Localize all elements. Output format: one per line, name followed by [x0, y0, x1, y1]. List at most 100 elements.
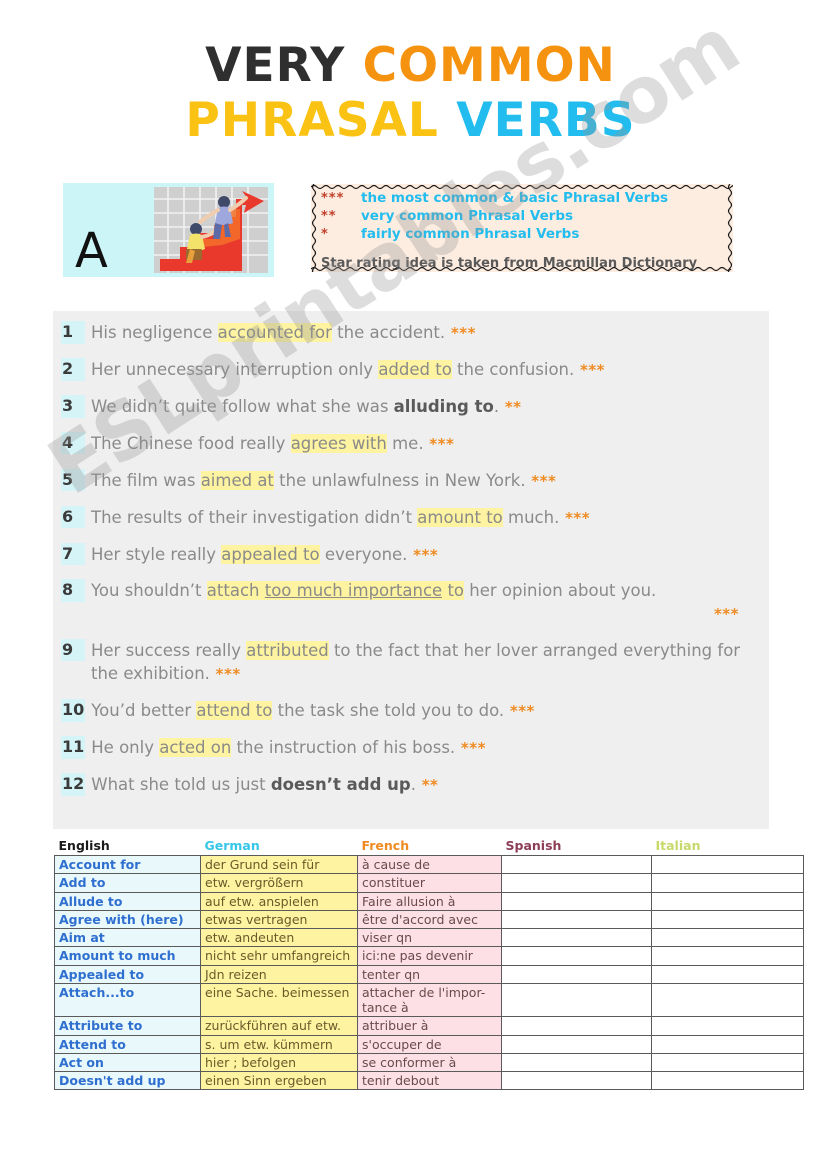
sentence-row: 11 He only acted on the instruction of hi…: [61, 735, 761, 759]
phrasal-verb-highlight: appealed to: [221, 544, 320, 564]
cell-italian[interactable]: [651, 854, 804, 875]
sentence-fragment: What she told us just: [91, 774, 271, 794]
sentence-fragment: the instruction of his boss.: [231, 737, 456, 757]
sentence-text: Her style really appealed to everyone. *…: [91, 543, 761, 566]
sentence-number: 6: [61, 505, 85, 529]
cell-spanish[interactable]: [501, 964, 652, 984]
sentence-text: You’d better attend to the task she told…: [91, 699, 761, 722]
cell-german: hier ; befolgen: [200, 1052, 358, 1073]
cell-italian[interactable]: [651, 891, 804, 911]
sentence-number: 2: [61, 357, 85, 381]
column-header-spanish: Spanish: [501, 838, 652, 856]
sentence-number: 11: [61, 735, 86, 759]
letter-banner: A: [63, 183, 274, 277]
sentence-fragment: the task she told you to do.: [272, 701, 505, 721]
cell-english: Amount to much: [54, 946, 201, 966]
cell-spanish[interactable]: [501, 982, 652, 1018]
cell-italian[interactable]: [651, 1070, 804, 1091]
star-rating: ***: [407, 545, 439, 564]
sentence-fragment: much.: [502, 507, 560, 527]
cell-german: nicht sehr umfangreich: [200, 946, 358, 966]
phrasal-verb-bold: alluding to: [393, 396, 494, 416]
sentence-text: Her unnecessary interruption only added …: [91, 358, 761, 381]
cell-spanish[interactable]: [501, 854, 652, 875]
sentence-number: 10: [61, 699, 86, 722]
star-rating: **: [499, 397, 522, 416]
cell-german: zurückführen auf etw.: [200, 1016, 358, 1036]
cell-german: etw. vergrößern: [200, 873, 358, 893]
column-header-german: German: [200, 838, 358, 856]
sentence-row: 3 We didn’t quite follow what she was all…: [61, 394, 761, 418]
sentence-fragment: His negligence: [91, 323, 218, 342]
cell-english: Appealed to: [54, 964, 201, 984]
cell-spanish[interactable]: [501, 909, 652, 930]
phrasal-verb-highlight: agrees with: [290, 433, 387, 453]
sentence-fragment: He only: [91, 737, 160, 757]
sentence-fragment: Her style really: [91, 544, 222, 564]
cell-french: se conformer à: [357, 1052, 502, 1073]
legend-stars: **: [321, 208, 337, 224]
cell-italian[interactable]: [651, 1016, 804, 1036]
title-line-1: VERY COMMON: [0, 42, 821, 90]
cell-italian[interactable]: [651, 964, 804, 984]
cell-english: Doesn't add up: [54, 1070, 201, 1091]
cell-italian[interactable]: [651, 982, 804, 1018]
cell-french: tenter qn: [357, 964, 502, 984]
cell-german: etwas vertragen: [200, 909, 358, 930]
cell-german: eine Sache. beimessen: [200, 982, 358, 1018]
phrasal-verb-highlight: amount to: [417, 507, 503, 527]
cell-spanish[interactable]: [501, 1052, 652, 1073]
sentence-row: 12 What she told us just doesn’t add up. …: [61, 772, 761, 796]
cell-german: Jdn reizen: [200, 964, 358, 984]
cell-spanish[interactable]: [501, 1034, 652, 1054]
column-header-english: English: [54, 838, 201, 856]
cell-italian[interactable]: [651, 873, 804, 893]
cell-italian[interactable]: [651, 946, 804, 966]
section-letter: A: [75, 223, 108, 277]
sentence-number: 4: [61, 431, 85, 455]
sentence-fragment: We didn’t quite follow what she was: [91, 396, 394, 416]
sentence-fragment: You shouldn’t: [91, 581, 207, 601]
translation-table: English German French Spanish Italian Ac…: [54, 838, 804, 1091]
cell-italian[interactable]: [651, 1052, 804, 1073]
cell-english: Account for: [54, 854, 201, 875]
sentence-number: 5: [61, 468, 85, 492]
table-row: Agree with (here) etwas vertragen être d'a…: [54, 909, 804, 930]
sentence-fragment: the confusion.: [451, 359, 575, 379]
cell-spanish[interactable]: [501, 927, 652, 948]
sentence-text: What she told us just doesn’t add up. **: [91, 773, 761, 796]
star-rating: **: [415, 775, 439, 794]
cell-french: s'occuper de: [357, 1034, 502, 1054]
cell-spanish[interactable]: [501, 1016, 652, 1036]
legend-row: *** the most common & basic Phrasal Verb…: [321, 190, 729, 208]
legend-stars: ***: [321, 191, 345, 206]
cell-spanish[interactable]: [501, 946, 652, 966]
sentence-text: The Chinese food really agrees with me. …: [91, 432, 761, 455]
star-rating: ***: [713, 604, 739, 623]
cell-french: attribuer à: [357, 1016, 502, 1036]
sentence-row: 1 His negligence accounted for the accide…: [61, 321, 761, 344]
sentence-fragment: her opinion about you.: [464, 581, 657, 601]
sentence-row: 9 Her success really attributed to the fa…: [61, 638, 761, 686]
table-row: Account for der Grund sein für à cause de: [54, 854, 804, 875]
table-row: Attend to s. um etw. kümmern s'occuper de: [54, 1034, 804, 1054]
phrasal-verb-highlight-underlined: too much importance: [264, 581, 443, 601]
legend-row: ** very common Phrasal Verbs: [321, 208, 729, 226]
cell-italian[interactable]: [651, 1034, 804, 1054]
cell-english: Attribute to: [54, 1016, 201, 1036]
cell-spanish[interactable]: [501, 873, 652, 893]
title-line-2: PHRASAL VERBS: [0, 96, 821, 145]
legend-row: * fairly common Phrasal Verbs: [321, 226, 729, 244]
cell-german: etw. andeuten: [200, 927, 358, 948]
sentence-text: We didn’t quite follow what she was allu…: [91, 395, 761, 418]
title-word-phrasal: PHRASAL: [185, 92, 439, 148]
cell-italian[interactable]: [651, 927, 804, 948]
cell-italian[interactable]: [651, 909, 804, 930]
cell-spanish[interactable]: [501, 1070, 652, 1091]
cell-english: Agree with (here): [54, 909, 201, 930]
sentence-row: 4 The Chinese food really agrees with me.…: [61, 431, 761, 455]
legend-source-note: Star rating idea is taken from Macmillan…: [321, 256, 698, 272]
page-title: VERY COMMON PHRASAL VERBS: [0, 42, 821, 145]
cell-spanish[interactable]: [501, 891, 652, 911]
phrasal-verb-highlight: to: [442, 581, 465, 601]
